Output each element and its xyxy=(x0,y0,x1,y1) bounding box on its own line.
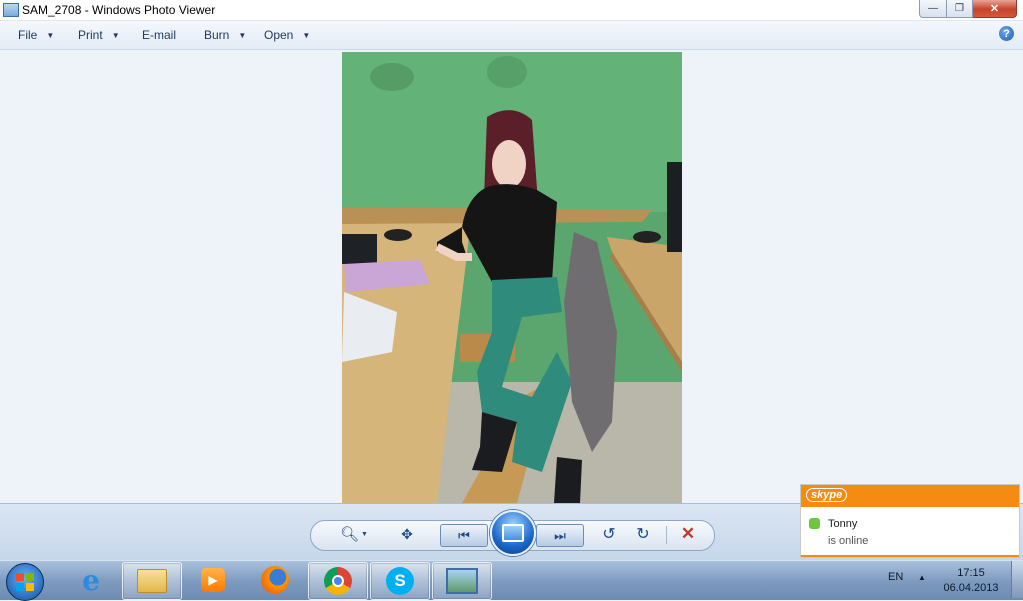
previous-icon: ⏮︎ xyxy=(458,527,470,543)
skype-logo: skype xyxy=(806,488,848,502)
internet-explorer-icon: e xyxy=(82,563,100,597)
menu-email[interactable]: E-mail xyxy=(142,28,176,42)
skype-header: skype xyxy=(801,485,1019,507)
online-status-icon xyxy=(809,518,820,529)
photo-viewer-app-icon[interactable] xyxy=(3,3,19,17)
clock-date: 06.04.2013 xyxy=(943,582,999,594)
fit-to-window-button[interactable]: ✥ xyxy=(396,524,418,544)
folder-icon xyxy=(137,569,167,593)
clock-time: 17:15 xyxy=(957,567,985,579)
taskbar-media-player[interactable]: ▶ xyxy=(184,562,242,598)
taskbar-chrome[interactable] xyxy=(308,562,368,600)
chrome-icon xyxy=(324,567,352,595)
taskbar-internet-explorer[interactable]: e xyxy=(62,562,120,598)
menu-bar: File ▼ Print ▼ E-mail Burn ▼ Open ▼ ? xyxy=(0,21,1023,50)
media-player-icon: ▶ xyxy=(201,568,225,592)
delete-button[interactable]: ✕ xyxy=(677,524,699,544)
photo-illustration xyxy=(342,52,682,503)
chevron-down-icon: ▼ xyxy=(361,530,368,538)
fit-to-window-icon: ✥ xyxy=(401,525,413,542)
firefox-icon xyxy=(261,566,289,594)
skype-notification[interactable]: skype Tonny is online xyxy=(800,484,1020,558)
start-button[interactable] xyxy=(6,563,44,601)
chevron-down-icon: ▼ xyxy=(302,30,311,40)
rotate-counterclockwise-icon: ↺ xyxy=(602,526,616,543)
rotate-clockwise-button[interactable]: ↻ xyxy=(632,524,654,544)
menu-burn-label: Burn xyxy=(204,28,230,42)
close-button[interactable]: ✕ xyxy=(973,0,1017,18)
slideshow-icon xyxy=(502,524,524,542)
show-hidden-icons-icon[interactable]: ▲ xyxy=(918,573,926,582)
next-button[interactable]: ⏭︎ xyxy=(536,524,584,547)
skype-icon: S xyxy=(386,567,414,595)
photo-viewer-icon xyxy=(446,568,478,594)
close-icon: ✕ xyxy=(989,3,1000,15)
minimize-icon: — xyxy=(928,3,938,14)
next-icon: ⏭︎ xyxy=(554,527,566,543)
input-language-indicator[interactable]: EN xyxy=(888,571,903,583)
previous-button[interactable]: ⏮︎ xyxy=(440,524,488,547)
rotate-clockwise-icon: ↻ xyxy=(636,526,650,543)
taskbar-windows-explorer[interactable] xyxy=(122,562,182,600)
menu-email-label: E-mail xyxy=(142,28,177,42)
menu-open-label: Open xyxy=(264,28,294,42)
delete-icon: ✕ xyxy=(680,524,696,543)
taskbar-skype[interactable]: S xyxy=(370,562,430,600)
skype-accent-line xyxy=(801,555,1019,557)
show-desktop-button[interactable] xyxy=(1011,561,1023,598)
window-title: SAM_2708 - Windows Photo Viewer xyxy=(22,3,216,17)
taskbar-photo-viewer[interactable] xyxy=(432,562,492,600)
chevron-down-icon: ▼ xyxy=(46,30,55,40)
windows-logo-icon xyxy=(16,573,34,591)
restore-icon: ❐ xyxy=(955,3,964,14)
rotate-counterclockwise-button[interactable]: ↺ xyxy=(598,524,620,544)
title-bar: SAM_2708 - Windows Photo Viewer — ❐ ✕ xyxy=(0,0,1023,21)
controls-divider xyxy=(666,526,667,544)
minimize-button[interactable]: — xyxy=(919,0,947,18)
chevron-down-icon: ▼ xyxy=(111,30,120,40)
taskbar-firefox[interactable] xyxy=(246,562,304,598)
zoom-button[interactable]: 🔍︎ ▼ xyxy=(338,524,370,544)
contact-status: is online xyxy=(828,535,869,547)
menu-print[interactable]: Print ▼ xyxy=(78,28,120,42)
zoom-icon: 🔍︎ xyxy=(340,526,360,543)
menu-burn[interactable]: Burn ▼ xyxy=(204,28,246,42)
displayed-photo xyxy=(342,52,682,503)
contact-name: Tonny xyxy=(828,518,858,530)
slideshow-button[interactable] xyxy=(490,510,536,556)
menu-file-label: File xyxy=(18,28,38,42)
window-controls: — ❐ ✕ xyxy=(919,0,1017,18)
system-clock[interactable]: 17:15 06.04.2013 xyxy=(940,566,1002,596)
menu-print-label: Print xyxy=(78,28,103,42)
help-icon[interactable]: ? xyxy=(999,26,1014,41)
menu-file[interactable]: File ▼ xyxy=(18,28,54,42)
restore-button[interactable]: ❐ xyxy=(947,0,973,18)
chevron-down-icon: ▼ xyxy=(238,30,247,40)
menu-open[interactable]: Open ▼ xyxy=(264,28,310,42)
